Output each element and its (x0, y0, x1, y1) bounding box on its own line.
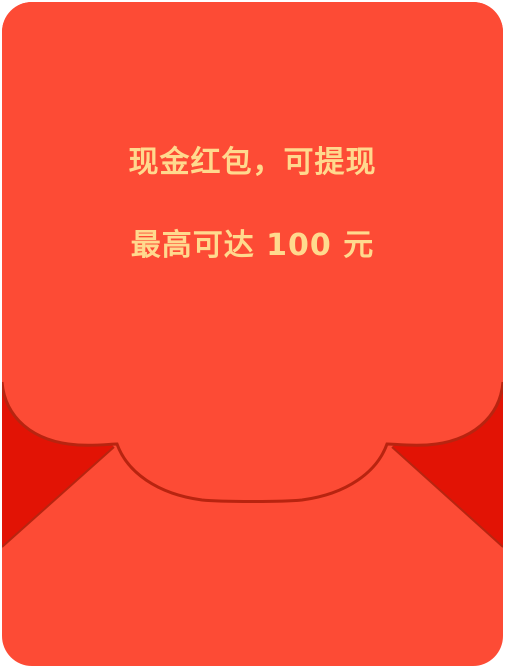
envelope-headline: 现金红包，可提现 (128, 145, 377, 180)
red-envelope-graphic (2, 2, 503, 666)
red-envelope-card[interactable]: 现金红包，可提现 最高可达 100 元 (2, 2, 503, 666)
envelope-subline: 最高可达 100 元 (130, 228, 375, 263)
